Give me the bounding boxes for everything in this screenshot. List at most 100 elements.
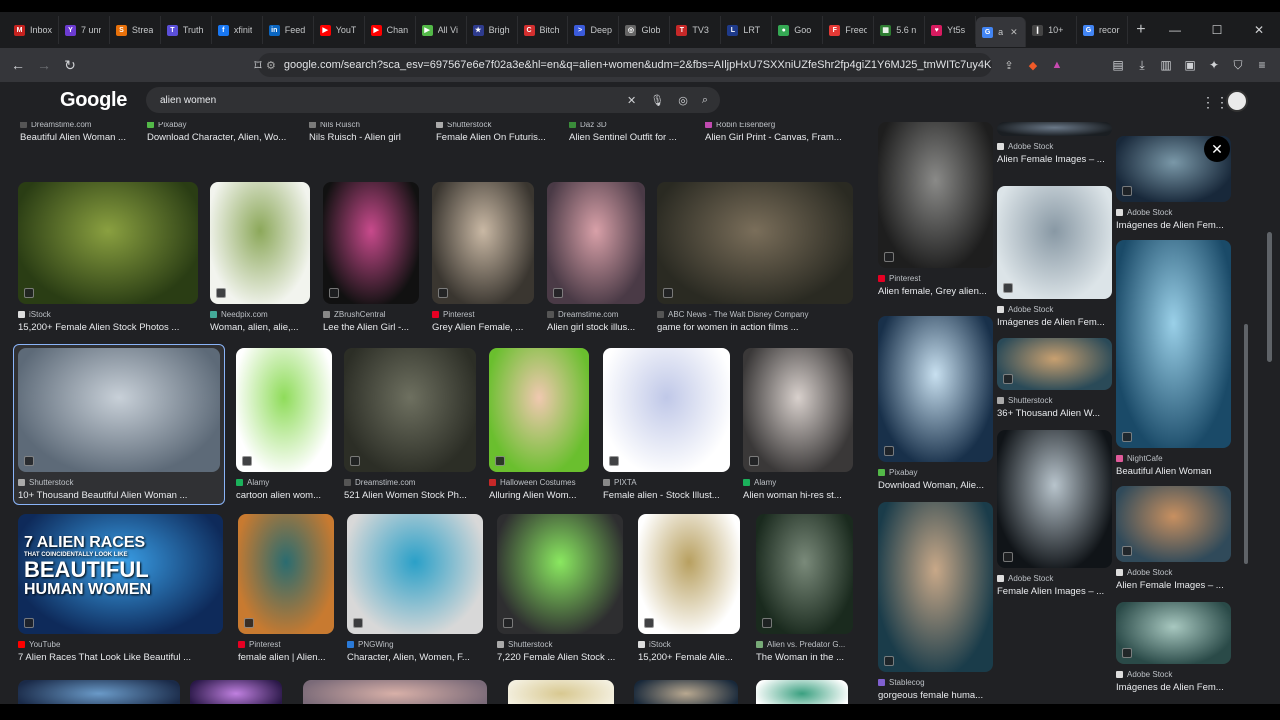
result-title[interactable]: 7 Alien Races That Look Like Beautiful .… (18, 652, 223, 663)
result-source[interactable]: ABC News - The Walt Disney Company (657, 310, 853, 319)
result-source[interactable]: Stablecog (878, 678, 993, 687)
reload-icon[interactable]: ↻ (60, 55, 80, 75)
result-thumbnail[interactable] (432, 182, 534, 304)
result-title[interactable]: Imágenes de Alien Fem... (1116, 220, 1231, 231)
result-thumbnail[interactable] (344, 348, 476, 472)
result-source[interactable]: Shutterstock (997, 396, 1112, 405)
result-title[interactable]: Imágenes de Alien Fem... (1116, 682, 1231, 693)
vpn-icon[interactable]: ⛉ (1228, 55, 1248, 75)
sidebar-icon[interactable]: ▥ (1156, 55, 1176, 75)
close-window-button[interactable]: ✕ (1238, 12, 1280, 48)
download-icon[interactable]: ⤓ (1132, 55, 1152, 75)
result-thumbnail[interactable] (489, 348, 589, 472)
result-title[interactable]: Nils Ruisch - Alien girl (309, 132, 429, 143)
result-source[interactable]: Daz 3D (569, 122, 689, 129)
result-thumbnail[interactable] (997, 430, 1112, 568)
microphone-icon[interactable]: 🎙 (650, 94, 664, 107)
result-title[interactable]: Female Alien On Futuris... (436, 132, 556, 143)
result-source[interactable]: Adobe Stock (1116, 568, 1231, 577)
lens-icon[interactable]: ◎ (678, 94, 688, 107)
tab-close-icon[interactable]: ✕ (1010, 27, 1018, 38)
result-title[interactable]: Alien girl stock illus... (547, 322, 645, 333)
result-thumbnail[interactable] (238, 514, 334, 634)
result-title[interactable]: Alien Female Images – ... (1116, 580, 1231, 591)
result-source[interactable]: Pinterest (238, 640, 334, 649)
result-source[interactable]: Adobe Stock (1116, 670, 1231, 679)
result-thumbnail[interactable] (497, 514, 623, 634)
tab-20[interactable]: ❙ 10+ (1026, 16, 1078, 44)
result-thumbnail[interactable] (18, 348, 220, 472)
result-thumbnail[interactable] (638, 514, 740, 634)
result-source[interactable]: PNGWing (347, 640, 483, 649)
avatar[interactable] (1226, 90, 1248, 112)
result-source[interactable]: Shutterstock (18, 478, 220, 487)
result-source[interactable]: Adobe Stock (997, 574, 1112, 583)
result-thumbnail[interactable]: 7 ALIEN RACES THAT COINCIDENTALLY LOOK LI… (18, 514, 223, 634)
result-title[interactable]: Alien Girl Print - Canvas, Fram... (705, 132, 853, 143)
result-source[interactable]: Shutterstock (497, 640, 623, 649)
google-logo[interactable]: Google (60, 89, 127, 112)
result-thumbnail[interactable] (997, 338, 1112, 390)
result-thumbnail[interactable] (1116, 240, 1231, 448)
result-title[interactable]: cartoon alien wom... (236, 490, 332, 501)
result-thumbnail[interactable] (603, 348, 730, 472)
tab-11[interactable]: > Deep (568, 16, 620, 44)
result-source[interactable]: PIXTA (603, 478, 730, 487)
tab-4[interactable]: f xfinit (212, 16, 263, 44)
tab-3[interactable]: T Truth (161, 16, 212, 44)
maximize-button[interactable]: ☐ (1196, 12, 1238, 48)
back-icon[interactable]: ← (8, 55, 28, 75)
result-title[interactable]: Female Alien Images – ... (997, 586, 1112, 597)
result-source[interactable]: Alamy (236, 478, 332, 487)
result-title[interactable]: Alien female, Grey alien... (878, 286, 993, 297)
result-source[interactable]: Adobe Stock (997, 142, 1112, 151)
result-thumbnail[interactable] (547, 182, 645, 304)
tab-17[interactable]: ▦ 5.6 n (874, 16, 926, 44)
result-thumbnail[interactable] (210, 182, 310, 304)
result-title[interactable]: Download Woman, Alie... (878, 480, 993, 491)
result-source[interactable]: Pinterest (878, 274, 993, 283)
tab-5[interactable]: in Feed (263, 16, 314, 44)
result-thumbnail[interactable] (18, 680, 180, 704)
result-thumbnail[interactable] (190, 680, 282, 704)
result-title[interactable]: Alien Sentinel Outfit for ... (569, 132, 689, 143)
result-thumbnail[interactable] (508, 680, 614, 704)
result-source[interactable]: iStock (18, 310, 198, 319)
result-title[interactable]: 36+ Thousand Alien W... (997, 408, 1112, 419)
result-source[interactable]: Adobe Stock (997, 305, 1112, 314)
result-source[interactable]: Adobe Stock (1116, 208, 1231, 217)
result-source[interactable]: Nils Ruisch (309, 122, 429, 129)
tab-13[interactable]: T TV3 (670, 16, 722, 44)
result-title[interactable]: Character, Alien, Women, F... (347, 652, 483, 663)
result-title[interactable]: 7,220 Female Alien Stock ... (497, 652, 623, 663)
result-source[interactable]: Halloween Costumes (489, 478, 589, 487)
tab-1[interactable]: Y 7 unr (59, 16, 110, 44)
result-thumbnail[interactable] (756, 680, 848, 704)
result-thumbnail[interactable] (997, 122, 1112, 136)
tab-15[interactable]: ● Goo (772, 16, 824, 44)
result-source[interactable]: ZBrushCentral (323, 310, 419, 319)
forward-icon[interactable]: → (34, 55, 54, 75)
close-panel-button[interactable]: ✕ (1204, 136, 1230, 162)
panel-scrollbar-thumb[interactable] (1244, 324, 1248, 564)
page-scrollbar[interactable] (1264, 122, 1274, 704)
tab-18[interactable]: ♥ Yt5s (925, 16, 977, 44)
brave-shield-icon[interactable]: ◆ (1024, 56, 1042, 74)
result-title[interactable]: female alien | Alien... (238, 652, 334, 663)
result-title[interactable]: 15,200+ Female Alien Stock Photos ... (18, 322, 198, 333)
result-thumbnail[interactable] (236, 348, 332, 472)
result-thumbnail[interactable] (347, 514, 483, 634)
result-thumbnail[interactable] (878, 316, 993, 462)
rewards-icon[interactable]: ▲ (1048, 56, 1066, 74)
page-scrollbar-thumb[interactable] (1267, 232, 1272, 362)
result-source[interactable]: Alamy (743, 478, 853, 487)
search-input[interactable]: alien women (160, 95, 216, 106)
tab-6[interactable]: ▶ YouT (314, 16, 365, 44)
result-source[interactable]: Pixabay (147, 122, 293, 129)
result-title[interactable]: Alien woman hi-res st... (743, 490, 853, 501)
result-thumbnail[interactable] (657, 182, 853, 304)
result-title[interactable]: 10+ Thousand Beautiful Alien Woman ... (18, 490, 220, 501)
result-source[interactable]: Dreamstime.com (547, 310, 645, 319)
result-title[interactable]: 15,200+ Female Alie... (638, 652, 740, 663)
result-title[interactable]: Imágenes de Alien Fem... (997, 317, 1112, 328)
